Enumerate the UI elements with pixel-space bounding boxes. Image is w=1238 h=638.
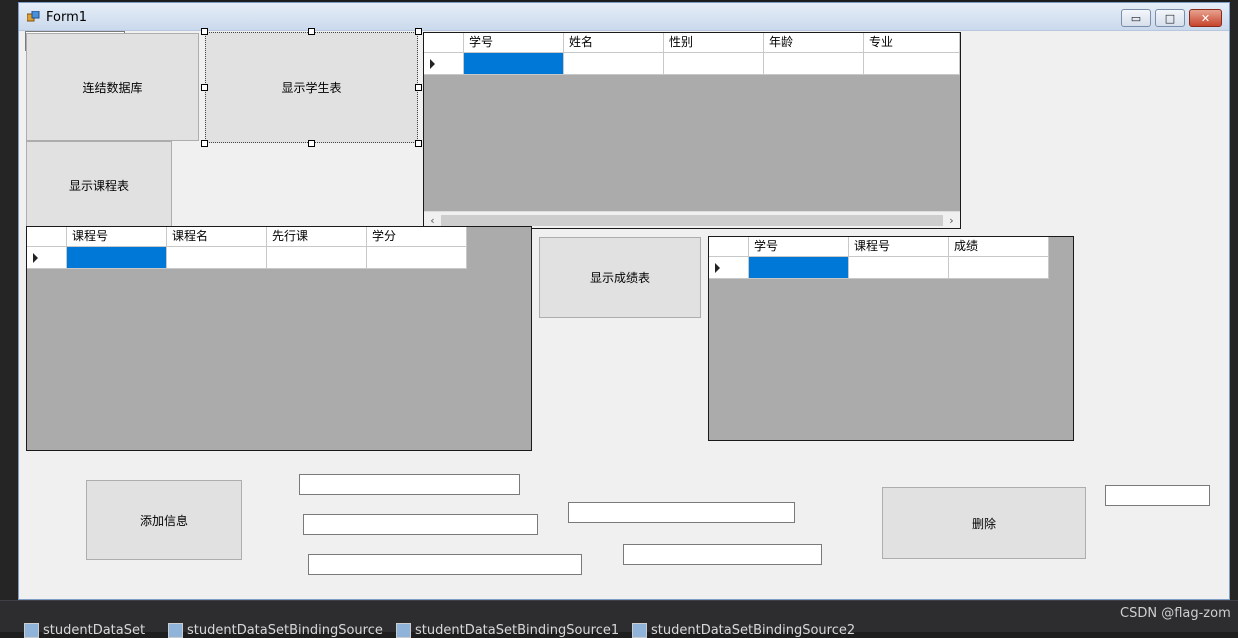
table-cell[interactable]	[367, 247, 467, 269]
show-courses-button[interactable]: 显示课程表	[26, 141, 172, 229]
student-grid[interactable]: 学号 姓名 性别 年龄 专业 ‹ ›	[423, 32, 961, 229]
delete-key-textbox[interactable]	[1105, 485, 1210, 506]
column-header[interactable]: 年龄	[764, 33, 864, 53]
minimize-button[interactable]: ▭	[1121, 9, 1151, 27]
column-header[interactable]: 课程号	[67, 227, 167, 247]
form-icon	[27, 11, 40, 22]
resize-handle[interactable]	[415, 140, 422, 147]
grid-header: 学号 课程号 成绩	[709, 237, 1049, 257]
tray-item-label: studentDataSetBindingSource	[187, 623, 383, 638]
course-grid[interactable]: 课程号 课程名 先行课 学分	[26, 226, 532, 451]
column-header[interactable]: 专业	[864, 33, 960, 53]
binding-source-icon	[632, 623, 647, 638]
table-row[interactable]	[27, 247, 467, 269]
delete-button[interactable]: 删除	[882, 487, 1086, 559]
tray-item-binding-source[interactable]: studentDataSetBindingSource	[168, 623, 383, 638]
table-cell-selected[interactable]	[67, 247, 167, 269]
row-header-corner	[709, 237, 749, 257]
table-cell[interactable]	[764, 53, 864, 75]
component-tray: studentDataSet studentDataSetBindingSour…	[0, 600, 1238, 638]
column-header[interactable]: 课程号	[849, 237, 949, 257]
add-textbox-2[interactable]	[303, 514, 538, 535]
resize-handle[interactable]	[201, 84, 208, 91]
row-header-corner	[424, 33, 464, 53]
column-header[interactable]: 先行课	[267, 227, 367, 247]
tray-item-dataset[interactable]: studentDataSet	[24, 623, 145, 638]
column-header[interactable]: 学号	[464, 33, 564, 53]
show-grades-button[interactable]: 显示成绩表	[539, 237, 701, 318]
table-cell-selected[interactable]	[464, 53, 564, 75]
resize-handle[interactable]	[201, 28, 208, 35]
binding-source-icon	[168, 623, 183, 638]
tray-item-binding-source-1[interactable]: studentDataSetBindingSource1	[396, 623, 619, 638]
dataset-icon	[24, 623, 39, 638]
scroll-right-icon[interactable]: ›	[943, 214, 960, 227]
table-cell[interactable]	[167, 247, 267, 269]
form-window: Form1 ▭ □ ✕ 连结数据库 显示学生表 显示课程表 学号 姓名 性别 年…	[18, 2, 1230, 600]
tray-item-label: studentDataSet	[43, 623, 146, 638]
current-row-arrow-icon	[33, 253, 38, 263]
resize-handle[interactable]	[308, 28, 315, 35]
row-header[interactable]	[709, 257, 749, 279]
scroll-left-icon[interactable]: ‹	[424, 214, 441, 227]
middle-textbox-2[interactable]	[623, 544, 822, 565]
current-row-arrow-icon	[430, 59, 435, 69]
grid-header: 课程号 课程名 先行课 学分	[27, 227, 467, 247]
add-info-button[interactable]: 添加信息	[86, 480, 242, 560]
close-button[interactable]: ✕	[1189, 9, 1222, 27]
maximize-button[interactable]: □	[1155, 9, 1185, 27]
title-bar[interactable]: Form1 ▭ □ ✕	[19, 3, 1229, 31]
table-cell[interactable]	[849, 257, 949, 279]
connect-db-button[interactable]: 连结数据库	[26, 33, 199, 141]
current-row-arrow-icon	[715, 263, 720, 273]
table-cell[interactable]	[949, 257, 1049, 279]
table-cell[interactable]	[864, 53, 960, 75]
row-header[interactable]	[27, 247, 67, 269]
designer-left-strip	[0, 0, 18, 600]
resize-handle[interactable]	[201, 140, 208, 147]
grade-grid[interactable]: 学号 课程号 成绩	[708, 236, 1074, 441]
table-row[interactable]	[424, 53, 960, 75]
column-header[interactable]: 姓名	[564, 33, 664, 53]
binding-source-icon	[396, 623, 411, 638]
column-header[interactable]: 性别	[664, 33, 764, 53]
add-textbox-1[interactable]	[299, 474, 520, 495]
table-cell[interactable]	[564, 53, 664, 75]
resize-handle[interactable]	[415, 28, 422, 35]
column-header[interactable]: 课程名	[167, 227, 267, 247]
scroll-thumb[interactable]	[441, 214, 943, 226]
watermark: CSDN @flag-zom	[1120, 606, 1231, 621]
resize-handle[interactable]	[415, 84, 422, 91]
table-cell[interactable]	[267, 247, 367, 269]
column-header[interactable]: 成绩	[949, 237, 1049, 257]
tray-item-label: studentDataSetBindingSource1	[415, 623, 620, 638]
middle-textbox-1[interactable]	[568, 502, 795, 523]
resize-handle[interactable]	[308, 140, 315, 147]
tray-item-label: studentDataSetBindingSource2	[651, 623, 856, 638]
column-header[interactable]: 学分	[367, 227, 467, 247]
show-students-button[interactable]: 显示学生表	[205, 32, 418, 143]
add-textbox-3[interactable]	[308, 554, 582, 575]
table-cell-selected[interactable]	[749, 257, 849, 279]
column-header[interactable]: 学号	[749, 237, 849, 257]
designer-right-strip	[1230, 0, 1238, 600]
row-header[interactable]	[424, 53, 464, 75]
grid-header: 学号 姓名 性别 年龄 专业	[424, 33, 960, 53]
row-header-corner	[27, 227, 67, 247]
tray-item-binding-source-2[interactable]: studentDataSetBindingSource2	[632, 623, 855, 638]
window-title: Form1	[46, 10, 88, 25]
table-cell[interactable]	[664, 53, 764, 75]
table-row[interactable]	[709, 257, 1049, 279]
